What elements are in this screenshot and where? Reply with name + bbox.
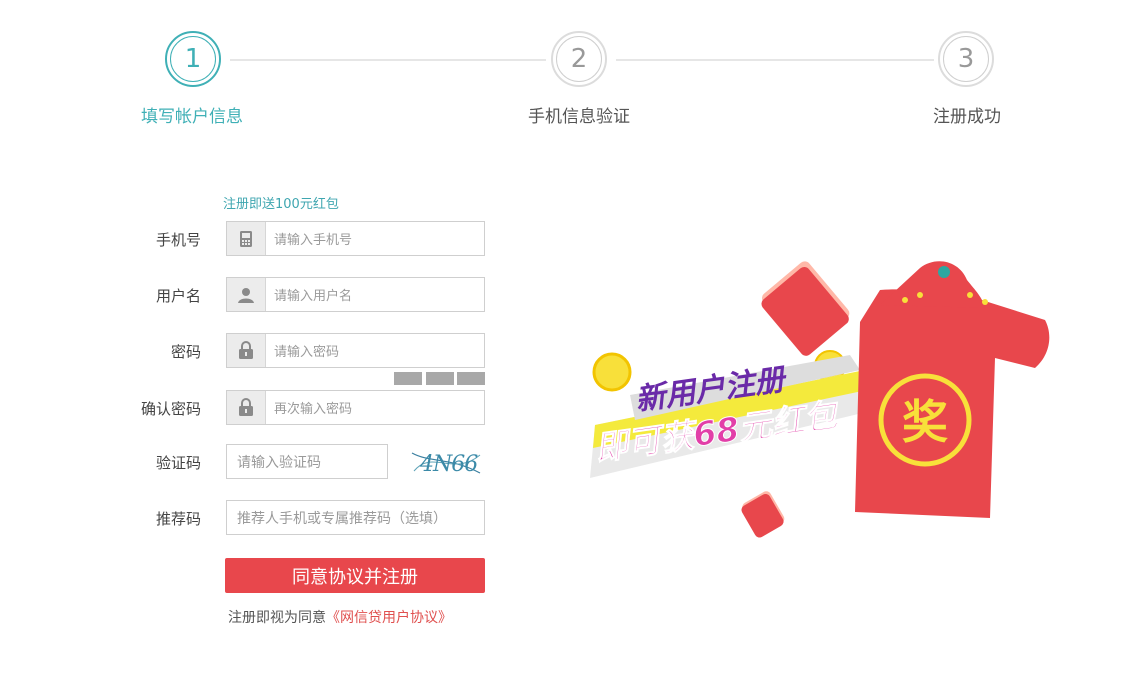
step-3-number: 3 xyxy=(943,36,989,82)
step-1-indicator: 1 xyxy=(165,31,221,87)
phone-input[interactable]: 请输入手机号 xyxy=(226,221,485,256)
coin-left xyxy=(592,352,632,392)
lock-icon xyxy=(227,391,266,424)
captcha-image[interactable]: 4N66 xyxy=(410,443,482,479)
captcha-text: 4N66 xyxy=(419,452,478,477)
main-red-envelope: 奖 xyxy=(855,261,1050,518)
password-strength-strong xyxy=(457,372,485,385)
floating-packet-top xyxy=(761,261,850,356)
password-strength-weak xyxy=(394,372,422,385)
envelope-badge-text: 奖 xyxy=(902,395,948,449)
captcha-placeholder: 请输入验证码 xyxy=(237,454,321,471)
step-2-indicator: 2 xyxy=(551,31,607,87)
username-placeholder: 请输入用户名 xyxy=(274,289,353,304)
referral-label: 推荐码 xyxy=(155,510,201,528)
step-2-label: 手机信息验证 xyxy=(528,107,630,127)
agreement-prefix: 注册即视为同意 xyxy=(228,610,326,626)
password-label: 密码 xyxy=(170,343,201,361)
username-input[interactable]: 请输入用户名 xyxy=(226,277,485,312)
step-connector-2 xyxy=(616,59,934,61)
promo-text: 注册即送100元红包 xyxy=(223,197,339,212)
step-1-label: 填写帐户信息 xyxy=(141,107,243,127)
agreement-link[interactable]: 《网信贷用户协议》 xyxy=(326,610,452,626)
phone-icon xyxy=(227,222,266,255)
captcha-input[interactable]: 请输入验证码 xyxy=(226,444,388,479)
red-envelope-banner: 奖 新用户注册 即可获68元红包 xyxy=(590,261,1050,538)
referral-input[interactable]: 推荐人手机或专属推荐码（选填） xyxy=(226,500,485,535)
step-3-indicator: 3 xyxy=(938,31,994,87)
confirm-password-label: 确认密码 xyxy=(140,400,201,418)
confirm-password-placeholder: 再次输入密码 xyxy=(274,402,353,417)
referral-placeholder: 推荐人手机或专属推荐码（选填） xyxy=(237,510,447,527)
user-icon xyxy=(227,278,266,311)
step-connector-1 xyxy=(230,59,546,61)
phone-placeholder: 请输入手机号 xyxy=(274,233,353,248)
step-3-label: 注册成功 xyxy=(933,107,1001,127)
password-input[interactable]: 请输入密码 xyxy=(226,333,485,368)
password-strength-medium xyxy=(426,372,454,385)
register-button[interactable]: 同意协议并注册 xyxy=(225,558,485,593)
captcha-label: 验证码 xyxy=(155,454,201,472)
agreement-text: 注册即视为同意《网信贷用户协议》 xyxy=(228,607,452,627)
phone-label: 手机号 xyxy=(155,231,201,249)
confirm-password-input[interactable]: 再次输入密码 xyxy=(226,390,485,425)
password-placeholder: 请输入密码 xyxy=(274,345,340,360)
username-label: 用户名 xyxy=(155,287,201,305)
step-2-number: 2 xyxy=(556,36,602,82)
step-1-number: 1 xyxy=(170,36,216,82)
lock-icon xyxy=(227,334,266,367)
floating-packet-bottom xyxy=(741,491,785,538)
